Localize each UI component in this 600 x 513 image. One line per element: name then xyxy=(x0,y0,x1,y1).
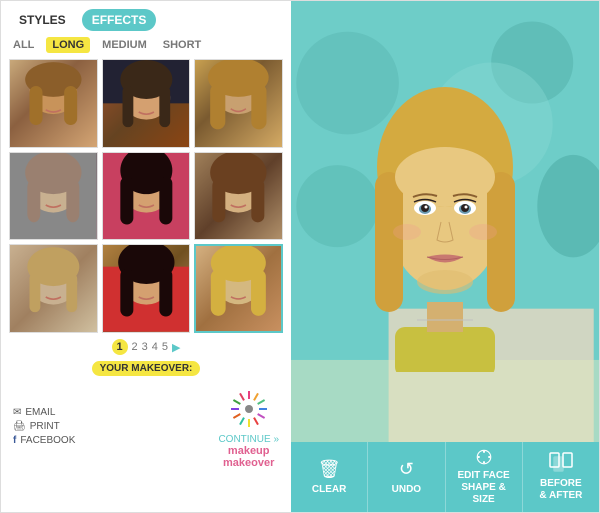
undo-button[interactable]: ↺ UNDO xyxy=(368,442,445,512)
pagination: 1 2 3 4 5 ▶ xyxy=(9,339,283,355)
hair-style-8[interactable] xyxy=(102,244,191,333)
clear-label: CLEAR xyxy=(312,484,346,496)
page-4[interactable]: 4 xyxy=(152,341,158,353)
makeover-label: YOUR MAKEOVER: xyxy=(92,361,201,376)
continue-label: CONTINUE » xyxy=(218,434,279,445)
hair-style-1[interactable] xyxy=(9,59,98,148)
photo-area xyxy=(291,1,599,442)
email-link[interactable]: ✉ EMAIL xyxy=(13,407,75,418)
brush-wheel-icon xyxy=(224,384,274,434)
hair-style-grid xyxy=(9,59,283,333)
facebook-icon: f xyxy=(13,435,16,446)
right-panel: 🗑 CLEAR ↺ UNDO EDIT FACESHAPE & SIZE xyxy=(291,1,599,512)
filter-row: ALL LONG MEDIUM SHORT xyxy=(9,37,283,53)
page-1[interactable]: 1 xyxy=(112,339,128,355)
hair-style-2[interactable] xyxy=(102,59,191,148)
edit-face-button[interactable]: EDIT FACESHAPE & SIZE xyxy=(446,442,523,512)
makeup-makeover-link[interactable]: CONTINUE » makeupmakeover xyxy=(218,384,279,469)
social-row: ✉ EMAIL 🖨 PRINT f FACEBOOK xyxy=(9,384,283,469)
print-link[interactable]: 🖨 PRINT xyxy=(13,421,75,432)
bottom-toolbar: 🗑 CLEAR ↺ UNDO EDIT FACESHAPE & SIZE xyxy=(291,442,599,512)
undo-icon: ↺ xyxy=(399,459,414,480)
edit-face-label: EDIT FACESHAPE & SIZE xyxy=(450,470,518,506)
before-after-button[interactable]: BEFORE& AFTER xyxy=(523,442,599,512)
filter-all[interactable]: ALL xyxy=(9,37,38,53)
face-shape-icon xyxy=(472,448,496,466)
tab-styles[interactable]: STYLES xyxy=(9,9,76,31)
hair-style-7[interactable] xyxy=(9,244,98,333)
hair-style-3[interactable] xyxy=(194,59,283,148)
app-container: STYLES EFFECTS ALL LONG MEDIUM SHORT xyxy=(0,0,600,513)
before-after-icon xyxy=(549,452,573,474)
filter-long[interactable]: LONG xyxy=(46,37,90,53)
before-after-label: BEFORE& AFTER xyxy=(539,478,582,502)
page-5[interactable]: 5 xyxy=(162,341,168,353)
hair-style-9[interactable] xyxy=(194,244,283,333)
filter-short[interactable]: SHORT xyxy=(159,37,206,53)
filter-medium[interactable]: MEDIUM xyxy=(98,37,151,53)
page-3[interactable]: 3 xyxy=(142,341,148,353)
page-2[interactable]: 2 xyxy=(132,341,138,353)
makeup-makeover-label: makeupmakeover xyxy=(218,445,279,469)
email-label: EMAIL xyxy=(25,407,55,418)
hair-style-5[interactable] xyxy=(102,152,191,241)
print-label: PRINT xyxy=(30,421,60,432)
facebook-link[interactable]: f FACEBOOK xyxy=(13,435,75,446)
email-icon: ✉ xyxy=(13,407,21,418)
tab-effects[interactable]: EFFECTS xyxy=(82,9,157,31)
left-panel: STYLES EFFECTS ALL LONG MEDIUM SHORT xyxy=(1,1,291,512)
social-links: ✉ EMAIL 🖨 PRINT f FACEBOOK xyxy=(13,407,75,446)
undo-label: UNDO xyxy=(392,484,421,496)
hair-style-6[interactable] xyxy=(194,152,283,241)
print-icon: 🖨 xyxy=(13,421,26,432)
hair-style-4[interactable] xyxy=(9,152,98,241)
tab-row: STYLES EFFECTS xyxy=(9,9,283,31)
trash-icon: 🗑 xyxy=(318,459,341,480)
next-page-arrow[interactable]: ▶ xyxy=(172,341,180,354)
facebook-label: FACEBOOK xyxy=(20,435,75,446)
model-face xyxy=(345,72,545,372)
clear-button[interactable]: 🗑 CLEAR xyxy=(291,442,368,512)
